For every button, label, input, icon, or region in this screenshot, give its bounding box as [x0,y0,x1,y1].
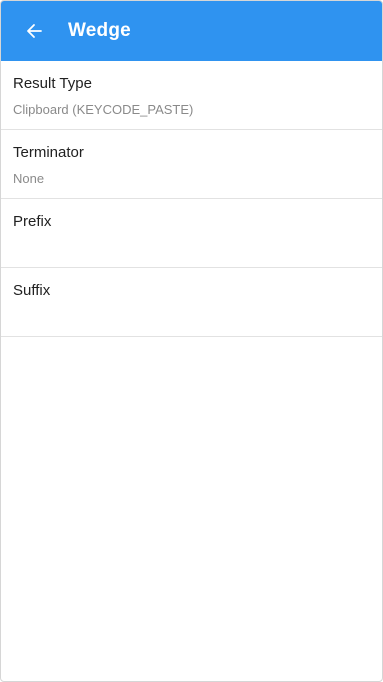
page-title: Wedge [68,20,131,41]
preference-terminator[interactable]: Terminator None [1,130,382,199]
preference-title: Terminator [13,144,84,161]
preference-summary: None [13,171,45,186]
app-bar: Wedge [1,1,382,61]
preference-title: Result Type [13,75,92,92]
app-screen: Wedge Result Type Clipboard (KEYCODE_PAS… [0,0,383,682]
back-button[interactable] [19,16,49,46]
preference-prefix[interactable]: Prefix [1,199,382,268]
preference-list: Result Type Clipboard (KEYCODE_PASTE) Te… [1,61,382,337]
arrow-left-icon [26,23,42,39]
preference-suffix[interactable]: Suffix [1,268,382,337]
preference-title: Suffix [13,282,51,299]
preference-result-type[interactable]: Result Type Clipboard (KEYCODE_PASTE) [1,61,382,130]
preference-title: Prefix [13,213,52,230]
preference-summary: Clipboard (KEYCODE_PASTE) [13,102,194,117]
